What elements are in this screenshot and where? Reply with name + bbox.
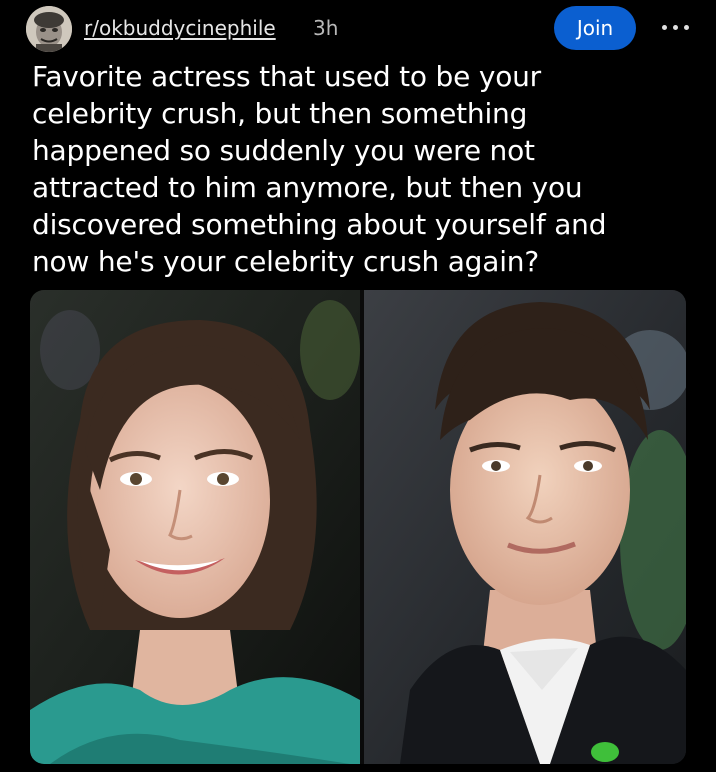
post-title-line: attracted to him anymore, but then you: [32, 171, 583, 204]
post-timestamp: 3h: [313, 16, 339, 40]
post-card: r/okbuddycinephile 3h Join Favorite actr…: [0, 0, 716, 772]
join-button[interactable]: Join: [554, 6, 636, 50]
post-title: Favorite actress that used to be your ce…: [32, 58, 682, 280]
subreddit-link[interactable]: r/okbuddycinephile: [84, 16, 276, 40]
post-title-line: celebrity crush, but then something: [32, 97, 528, 130]
post-title-line: happened so suddenly you were not: [32, 134, 535, 167]
post-image[interactable]: [30, 290, 686, 764]
post-image-graphic: [30, 290, 686, 764]
post-title-line: discovered something about yourself and: [32, 208, 607, 241]
avatar-icon[interactable]: [26, 6, 72, 52]
post-title-line: Favorite actress that used to be your: [32, 60, 541, 93]
post-header: r/okbuddycinephile 3h Join: [26, 4, 696, 52]
post-title-line: now he's your celebrity crush again?: [32, 245, 539, 278]
more-options-icon[interactable]: [658, 12, 694, 42]
